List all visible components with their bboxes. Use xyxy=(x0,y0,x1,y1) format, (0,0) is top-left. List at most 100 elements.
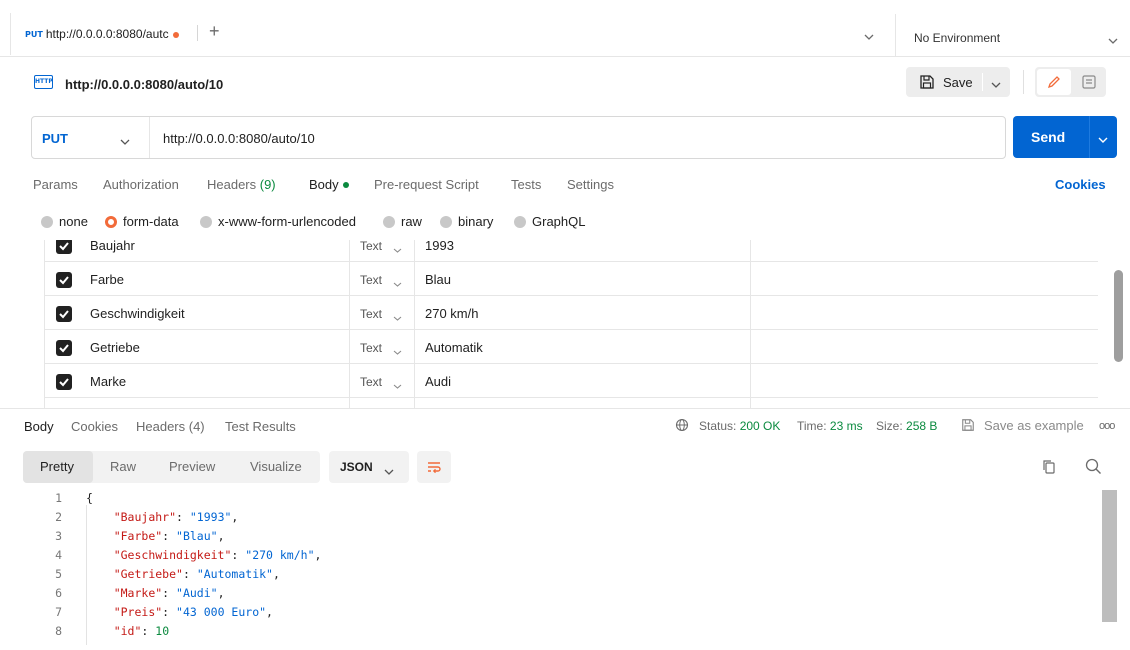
tab-body[interactable]: Body xyxy=(309,177,349,192)
response-scrollbar[interactable] xyxy=(1102,490,1117,622)
request-tab[interactable]: PUT http://0.0.0.0:8080/autc xyxy=(10,13,200,55)
code-token: "Audi" xyxy=(176,586,218,600)
chevron-down-icon[interactable] xyxy=(991,76,1001,91)
checkbox-checked-icon[interactable] xyxy=(56,306,72,322)
radio-x-www-form-urlencoded[interactable]: x-www-form-urlencoded xyxy=(200,214,356,229)
format-raw[interactable]: Raw xyxy=(110,459,136,474)
chevron-down-icon[interactable] xyxy=(393,275,402,290)
send-button[interactable]: Send xyxy=(1013,116,1117,158)
copy-icon[interactable] xyxy=(1042,459,1056,478)
plus-icon[interactable]: + xyxy=(209,22,220,40)
code-token: , xyxy=(272,567,280,581)
row-type[interactable]: Text xyxy=(360,307,382,321)
chevron-down-icon[interactable] xyxy=(864,28,874,43)
chevron-down-icon[interactable] xyxy=(120,133,130,148)
response-size[interactable]: Size: 258 B xyxy=(876,419,937,433)
radio-form-data[interactable]: form-data xyxy=(105,214,179,229)
code-token: "43 000 Euro" xyxy=(176,605,267,619)
response-status[interactable]: Status: 200 OK xyxy=(699,419,780,433)
radio-binary[interactable]: binary xyxy=(440,214,493,229)
row-value[interactable]: Automatik xyxy=(425,340,483,355)
checkbox-checked-icon[interactable] xyxy=(56,240,72,254)
row-key[interactable]: Baujahr xyxy=(90,240,135,253)
view-mode-toggle xyxy=(1035,67,1106,97)
checkbox-checked-icon[interactable] xyxy=(56,272,72,288)
chevron-down-icon[interactable] xyxy=(393,343,402,358)
code-text: "Farbe": "Blau", xyxy=(86,529,225,543)
request-title[interactable]: http://0.0.0.0:8080/auto/10 xyxy=(65,77,223,92)
code-token: : xyxy=(231,548,246,562)
document-icon[interactable] xyxy=(1081,74,1097,93)
format-pretty[interactable]: Pretty xyxy=(40,459,74,474)
request-tab-title: http://0.0.0.0:8080/autc xyxy=(45,27,169,41)
radio-label: x-www-form-urlencoded xyxy=(218,214,356,229)
row-value[interactable]: Audi xyxy=(425,374,451,389)
checkbox-checked-icon[interactable] xyxy=(56,340,72,356)
checkbox-checked-icon[interactable] xyxy=(56,374,72,390)
response-tab-headers[interactable]: Headers (4) xyxy=(136,419,205,434)
format-preview[interactable]: Preview xyxy=(169,459,215,474)
format-visualize[interactable]: Visualize xyxy=(250,459,302,474)
tab-body-label: Body xyxy=(309,177,339,192)
method-selector[interactable]: PUT xyxy=(42,131,68,146)
code-line: 6 "Marke": "Audi", xyxy=(0,586,1100,605)
row-key[interactable]: Farbe xyxy=(90,272,124,287)
chevron-down-icon xyxy=(384,463,394,478)
form-table-scrollbar[interactable] xyxy=(1114,270,1123,362)
row-type[interactable]: Text xyxy=(360,273,382,287)
code-line: 4 "Geschwindigkeit": "270 km/h", xyxy=(0,548,1100,567)
tab-tests[interactable]: Tests xyxy=(511,177,541,192)
row-key[interactable]: Marke xyxy=(90,374,126,389)
chevron-down-icon[interactable] xyxy=(393,309,402,324)
response-time[interactable]: Time: 23 ms xyxy=(797,419,863,433)
response-tab-cookies[interactable]: Cookies xyxy=(71,419,118,434)
radio-graphql[interactable]: GraphQL xyxy=(514,214,585,229)
chevron-down-icon[interactable] xyxy=(393,241,402,256)
url-input[interactable] xyxy=(163,127,983,149)
response-body-viewer[interactable]: 1{2 "Baujahr": "1993", 3 "Farbe": "Blau",… xyxy=(0,487,1100,650)
row-key[interactable]: Geschwindigkeit xyxy=(90,306,185,321)
code-line: 7 "Preis": "43 000 Euro", xyxy=(0,605,1100,624)
cookies-link[interactable]: Cookies xyxy=(1055,177,1106,192)
response-tab-test-results[interactable]: Test Results xyxy=(225,419,296,434)
response-tab-body[interactable]: Body xyxy=(24,419,54,434)
tab-pre-request-script[interactable]: Pre-request Script xyxy=(374,177,479,192)
code-text: "Preis": "43 000 Euro", xyxy=(86,605,273,619)
edit-mode-button[interactable] xyxy=(1037,69,1071,95)
chevron-down-icon[interactable] xyxy=(1098,131,1108,146)
url-separator xyxy=(149,117,150,158)
row-value[interactable]: 1993 xyxy=(425,240,454,253)
row-key[interactable]: Getriebe xyxy=(90,340,140,355)
radio-raw[interactable]: raw xyxy=(383,214,422,229)
row-type[interactable]: Text xyxy=(360,341,382,355)
environment-selector[interactable]: No Environment xyxy=(895,14,1130,57)
tab-headers[interactable]: Headers (9) xyxy=(207,177,276,192)
radio-label: form-data xyxy=(123,214,179,229)
response-language-select[interactable]: JSON xyxy=(329,451,409,483)
radio-none[interactable]: none xyxy=(41,214,88,229)
status-label: Status: xyxy=(699,419,737,433)
row-value[interactable]: 270 km/h xyxy=(425,306,478,321)
row-type[interactable]: Text xyxy=(360,240,382,253)
tab-settings[interactable]: Settings xyxy=(567,177,614,192)
row-type[interactable]: Text xyxy=(360,375,382,389)
save-button[interactable]: Save xyxy=(906,67,1010,97)
size-label: Size: xyxy=(876,419,903,433)
code-text: "Geschwindigkeit": "270 km/h", xyxy=(86,548,322,562)
code-text: "Baujahr": "1993", xyxy=(86,510,239,524)
more-icon[interactable]: ooo xyxy=(1099,420,1115,432)
tab-authorization[interactable]: Authorization xyxy=(103,177,179,192)
tab-params[interactable]: Params xyxy=(33,177,78,192)
globe-icon[interactable] xyxy=(675,418,689,435)
wrap-lines-button[interactable] xyxy=(417,451,451,483)
chevron-down-icon[interactable] xyxy=(393,377,402,392)
response-divider xyxy=(0,408,1130,409)
send-divider xyxy=(1089,116,1090,158)
row-value[interactable]: Blau xyxy=(425,272,451,287)
save-icon[interactable] xyxy=(961,418,975,435)
search-icon[interactable] xyxy=(1085,458,1102,478)
save-as-example-button[interactable]: Save as example xyxy=(984,418,1084,433)
